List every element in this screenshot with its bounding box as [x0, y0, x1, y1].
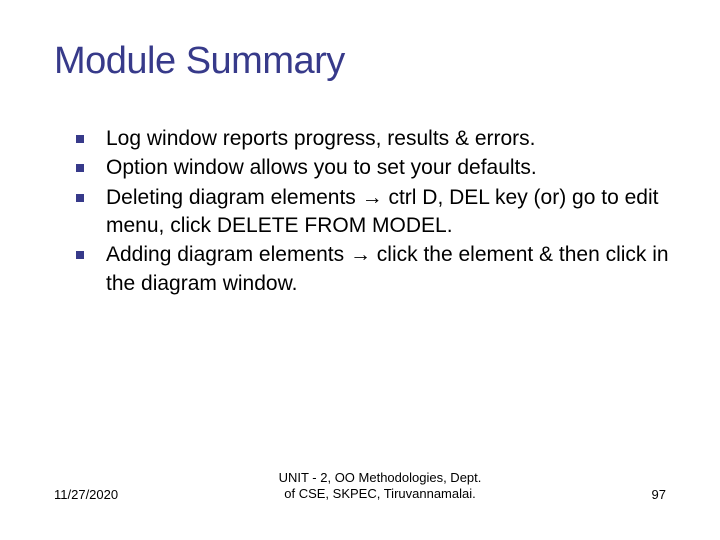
slide: Module Summary Log window reports progre…: [0, 0, 720, 540]
bullet-list: Log window reports progress, results & e…: [54, 125, 670, 298]
footer: 11/27/2020 UNIT - 2, OO Methodologies, D…: [0, 470, 720, 503]
list-item: Adding diagram elements → click the elem…: [106, 241, 670, 298]
footer-unit-line1: UNIT - 2, OO Methodologies, Dept.: [279, 470, 482, 485]
list-item: Option window allows you to set your def…: [106, 154, 670, 182]
page-title: Module Summary: [54, 40, 670, 83]
footer-date: 11/27/2020: [54, 487, 144, 502]
list-item: Log window reports progress, results & e…: [106, 125, 670, 153]
footer-unit: UNIT - 2, OO Methodologies, Dept. of CSE…: [144, 470, 616, 503]
footer-page: 97: [616, 487, 666, 502]
footer-unit-line2: of CSE, SKPEC, Tiruvannamalai.: [284, 486, 475, 501]
list-item: Deleting diagram elements → ctrl D, DEL …: [106, 184, 670, 241]
